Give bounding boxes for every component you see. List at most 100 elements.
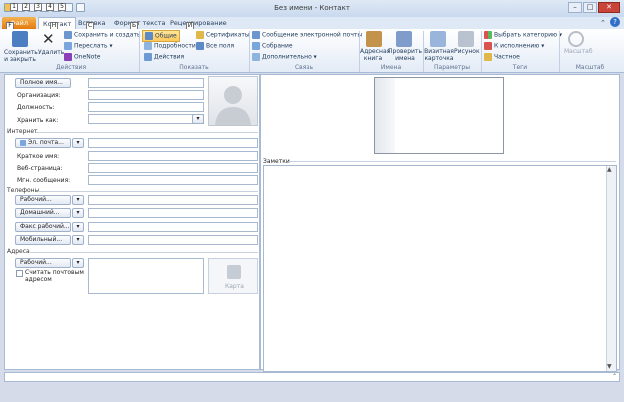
save-create-label: Сохранить и создать [74,31,141,39]
forward-icon [64,42,72,50]
map-label: Карта [225,283,244,290]
private-button[interactable]: Частное [484,53,520,61]
onenote-icon [64,53,72,61]
notes-textarea[interactable] [263,165,617,372]
web-page-input[interactable] [88,163,258,173]
address-textarea[interactable] [88,258,204,294]
business-fax-dropdown-arrow[interactable]: ▾ [72,222,84,232]
forward-button[interactable]: Переслать ▾ [64,42,112,50]
all-fields-button[interactable]: Все поля [196,42,234,50]
mobile-phone-dropdown-arrow[interactable]: ▾ [72,235,84,245]
file-as-dropdown-arrow[interactable]: ▾ [192,114,204,124]
tab-review[interactable]: Рецензирование [166,17,231,29]
certificates-button[interactable]: Сертификаты [196,31,250,39]
mobile-phone-input[interactable] [88,235,258,245]
home-phone-button[interactable]: Домашний... [15,208,71,218]
email-dropdown-arrow[interactable]: ▾ [72,138,84,148]
file-as-label: Хранить как: [17,117,59,124]
keytip-3: 3 [34,3,42,11]
delete-label: Удалить [38,49,65,56]
address-book-icon [366,31,382,47]
email-message-button[interactable]: Сообщение электронной почты [252,31,362,39]
business-address-dropdown-arrow[interactable]: ▾ [72,258,84,268]
file-as-select[interactable] [88,114,204,124]
email-button[interactable]: Эл. почта... [15,138,71,148]
certificates-label: Сертификаты [206,31,250,39]
general-button[interactable]: Общие [142,30,180,42]
details-icon [144,42,152,50]
picture-button[interactable] [458,31,476,47]
business-card-icon [430,31,446,47]
meeting-button[interactable]: Собрание [252,42,293,50]
notes-scrollbar[interactable] [606,166,616,371]
job-title-input[interactable] [88,102,204,112]
business-phone-dropdown-arrow[interactable]: ▾ [72,195,84,205]
more-button[interactable]: Дополнительно ▾ [252,53,317,61]
onenote-label: OneNote [74,53,101,61]
group-options-label: Параметры [434,64,470,71]
onenote-button[interactable]: OneNote [64,53,100,61]
job-title-label: Должность: [17,104,55,111]
scroll-up-arrow[interactable]: ▲ [607,166,612,173]
save-create-button[interactable]: Сохранить и создать ▾ [64,31,145,39]
ribbon-minimize-icon[interactable]: ⌃ [600,19,606,27]
details-button[interactable]: Подробности [144,42,196,50]
home-phone-dropdown-arrow[interactable]: ▾ [72,208,84,218]
address-book-label: Адресная книга [360,48,391,62]
categorize-button[interactable]: Выбрать категорию ▾ [484,31,562,39]
close-button[interactable]: ✕ [598,2,620,13]
full-name-button[interactable]: Полное имя... [15,78,71,88]
business-fax-button[interactable]: Факс рабочий... [15,222,71,232]
zoom-button[interactable] [568,31,586,47]
check-names-icon [396,31,412,47]
mobile-phone-button[interactable]: Мобильный... [15,235,71,245]
activity-icon [144,53,152,61]
zoom-label: Масштаб [564,48,593,55]
map-button[interactable]: Карта [208,258,258,294]
addresses-section-label: Адреса [7,248,30,255]
contact-photo[interactable] [208,76,258,126]
check-names-button[interactable] [396,31,414,47]
window-title: Без имени - Контакт [274,4,350,12]
internet-section-label: Интернет [7,128,38,135]
business-address-button[interactable]: Рабочий... [15,258,71,268]
delete-icon: ✕ [42,30,55,48]
minimize-button[interactable]: – [568,2,582,13]
more-label: Дополнительно [262,53,312,61]
business-phone-button[interactable]: Рабочий... [15,195,71,205]
window-bottom [0,382,624,402]
delete-button[interactable]: ✕ [42,31,60,47]
home-phone-input[interactable] [88,208,258,218]
general-label: Общие [155,32,177,40]
company-input[interactable] [88,90,204,100]
business-card-preview[interactable] [374,77,504,154]
general-icon [145,32,153,40]
mailing-address-label: Считать почтовым адресом [25,269,84,283]
business-card-button[interactable] [430,31,448,47]
lock-icon [484,53,492,61]
email-button-label: Эл. почта... [28,139,64,146]
business-fax-input[interactable] [88,222,258,232]
save-close-button[interactable] [12,31,30,47]
tab-format-text[interactable]: Формат текста [110,17,170,29]
activity-button[interactable]: Действия [144,53,184,61]
scroll-down-arrow[interactable]: ▼ [607,363,612,370]
mailing-address-checkbox[interactable] [16,270,23,277]
im-address-label: Мгн. сообщения: [17,177,71,184]
people-pane-toggle-icon[interactable]: ⌃ [612,373,617,380]
im-address-input[interactable] [88,175,258,185]
help-icon[interactable]: ? [610,17,620,27]
maximize-button[interactable]: □ [583,2,597,13]
display-as-input[interactable] [88,151,258,161]
magnifier-icon [568,31,584,47]
follow-up-button[interactable]: К исполнению ▾ [484,42,544,50]
all-fields-label: Все поля [206,42,235,50]
email-input[interactable] [88,138,258,148]
save-new-icon [64,31,72,39]
categorize-icon [484,31,492,39]
save-close-label: Сохранить и закрыть [4,49,38,63]
address-book-button[interactable] [366,31,384,47]
more-icon [252,53,260,61]
full-name-input[interactable] [88,78,204,88]
business-phone-input[interactable] [88,195,258,205]
